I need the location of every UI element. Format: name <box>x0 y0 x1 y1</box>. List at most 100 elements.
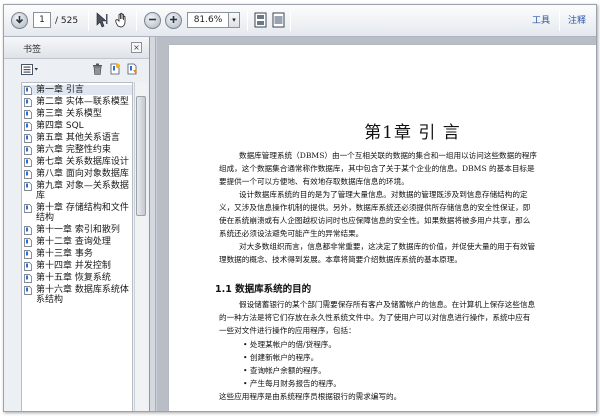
bookmark-label: 第九章 对象—关系数据库 <box>36 181 129 201</box>
paragraph-line: 对大多数组织而言，信息都非常重要，这决定了数据库的价值，并促使大量的用于有效管 <box>239 242 536 251</box>
page-total-label: / 525 <box>55 16 79 26</box>
bookmark-label: 第十二章 查询处理 <box>36 237 111 247</box>
options-menu-button[interactable] <box>20 63 40 78</box>
bookmarks-panel-header: 书签 × <box>4 37 149 59</box>
toolbar-divider <box>559 11 560 31</box>
paragraph-line: 这些应用程序是由系统程序员根据银行的需求编写的。 <box>219 392 402 401</box>
bookmark-item[interactable]: 第一章 引言 <box>22 85 132 95</box>
intro-line: 数据库管理系统（DBMS）由一个互相关联的数据的集合和一组用以访问这些数据的程序 <box>239 151 538 160</box>
bookmark-icon <box>24 262 32 271</box>
paragraph-line: 一些对文件进行操作的应用程序，包括： <box>219 326 356 335</box>
tools-menu-link[interactable]: 工具 <box>532 12 550 30</box>
document-page: 第1章 引 言 数据库管理系统（DBMS）由一个互相关联的数据的集合和一组用以访… <box>169 45 596 411</box>
bookmark-item[interactable]: 第四章 SQL <box>22 121 132 131</box>
bookmark-label: 第十四章 并发控制 <box>36 261 111 271</box>
bookmark-item[interactable]: 第十二章 查询处理 <box>22 237 132 247</box>
plus-icon <box>169 15 178 27</box>
bookmark-item[interactable]: 第十四章 并发控制 <box>22 261 132 271</box>
expand-bookmark-icon <box>126 63 138 78</box>
bullet-item: • 查询帐户余额的程序。 <box>243 366 326 375</box>
bookmark-label: 第四章 SQL <box>36 121 84 131</box>
bookmark-label: 第十一章 索引和散列 <box>36 225 120 235</box>
bookmark-icon <box>24 274 32 283</box>
bookmark-label: 第一章 引言 <box>36 85 84 95</box>
panel-splitter[interactable] <box>150 37 156 411</box>
toolbar-divider <box>247 11 248 31</box>
bookmark-icon <box>24 238 32 247</box>
zoom-level-input[interactable]: 81.6% <box>187 12 229 28</box>
paragraph-line: 义，又涉及信息操作机制的提供。另外，数据库系统还必须提供所存储信息的安全性保证，… <box>219 203 531 212</box>
hand-tool-button[interactable] <box>113 12 129 30</box>
bookmark-item[interactable]: 第六章 完整性约束 <box>22 145 132 155</box>
bookmark-item[interactable]: 第七章 关系数据库设计 <box>22 157 132 167</box>
chevron-down-icon: ▾ <box>232 16 236 24</box>
chapter-title: 第1章 引 言 <box>364 123 461 143</box>
bookmark-label: 第二章 实体—联系模型 <box>36 97 129 107</box>
bookmark-item[interactable]: 第十六章 数据库系统体系结构 <box>22 285 132 305</box>
expand-bookmark-button[interactable] <box>125 63 139 78</box>
bookmark-label: 第十五章 恢复系统 <box>36 273 111 283</box>
bookmark-label: 第十章 存储结构和文件结构 <box>36 203 129 223</box>
bookmark-icon <box>24 110 32 119</box>
bookmark-icon <box>24 204 32 213</box>
bullet-item: • 处理某帐户的借/贷程序。 <box>243 340 336 349</box>
paragraph-line: 使在系统崩溃或有人企图越权访问时也应保障信息的安全性。如果数据将被多用户共享，那… <box>219 216 531 225</box>
options-list-icon <box>21 63 39 78</box>
bookmark-icon <box>24 122 32 131</box>
bookmark-icon <box>24 226 32 235</box>
bookmarks-panel-title: 书签 <box>23 45 42 55</box>
new-bookmark-icon <box>109 63 121 78</box>
bookmark-item[interactable]: 第二章 实体—联系模型 <box>22 97 132 107</box>
bookmark-label: 第八章 面向对象数据库 <box>36 169 129 179</box>
zoom-dropdown-button[interactable]: ▾ <box>229 12 240 28</box>
bookmark-icon <box>24 134 32 143</box>
bookmark-icon <box>24 182 32 191</box>
delete-bookmark-button[interactable] <box>90 63 104 78</box>
bookmark-item[interactable]: 第九章 对象—关系数据库 <box>22 181 132 201</box>
comment-menu-link[interactable]: 注释 <box>568 12 586 30</box>
bookmark-icon <box>24 98 32 107</box>
previous-page-button[interactable] <box>11 12 28 29</box>
paragraph-line: 理数据的概念、技术得到发展。本章将简要介绍数据库系统的基本原理。 <box>219 255 462 264</box>
zoom-in-button[interactable] <box>165 12 182 29</box>
bullet-item: • 产生每月财务报告的程序。 <box>243 379 342 388</box>
bookmark-item[interactable]: 第三章 关系模型 <box>22 109 132 119</box>
fit-page-button[interactable] <box>252 12 268 30</box>
text-cursor-icon <box>95 11 109 31</box>
paragraph-line: 设计数据库系统的目的是为了管理大量信息。对数据的管理既涉及到信息存储结构的定 <box>239 190 528 199</box>
bookmark-icon <box>24 170 32 179</box>
bookmark-icon <box>24 158 32 167</box>
scrollbar-thumb[interactable] <box>136 96 146 216</box>
bookmark-item[interactable]: 第八章 面向对象数据库 <box>22 169 132 179</box>
bookmark-item[interactable]: 第十三章 事务 <box>22 249 132 259</box>
bookmark-item[interactable]: 第十章 存储结构和文件结构 <box>22 203 132 223</box>
fit-width-button[interactable] <box>270 12 286 30</box>
toolbar: 1 / 525 81.6% ▾ 工具 注释 <box>4 5 596 37</box>
intro-line: 组成，这个数据集合通常称作数据库，其中包含了关于某个企业的信息。DBMS 的基本… <box>219 164 535 173</box>
bookmark-icon <box>24 146 32 155</box>
bookmark-label: 第三章 关系模型 <box>36 109 102 119</box>
toolbar-divider <box>136 11 137 31</box>
select-tool-button[interactable] <box>94 11 110 31</box>
section-heading: 1.1 数据库系统的目的 <box>215 284 312 295</box>
panel-close-button[interactable]: × <box>131 42 142 53</box>
bookmark-item[interactable]: 第十一章 索引和散列 <box>22 225 132 235</box>
bookmark-item[interactable]: 第五章 其他关系语言 <box>22 133 132 143</box>
bookmark-icon <box>24 86 32 95</box>
fit-width-icon <box>272 12 285 31</box>
bookmark-list: 第一章 引言第二章 实体—联系模型 第三章 关系模型 第四章 SQL 第五章 其他关系… <box>21 82 133 411</box>
bookmark-icon <box>24 286 32 295</box>
bookmark-label: 第十六章 数据库系统体系结构 <box>36 285 129 305</box>
pdf-reader-window: 1 / 525 81.6% ▾ 工具 注释 书签 × 第一章 引言 第二章 实体… <box>3 4 597 412</box>
new-bookmark-button[interactable] <box>108 63 122 78</box>
page-number-input[interactable]: 1 <box>33 12 51 28</box>
bookmarks-toolbar <box>4 60 149 82</box>
zoom-out-button[interactable] <box>144 12 161 29</box>
bookmark-item[interactable]: 第十五章 恢复系统 <box>22 273 132 283</box>
bookmark-scrollbar[interactable] <box>134 82 147 411</box>
paragraph-line: 的一种方法是将它们存放在永久性系统文件中。为了使用户可以对信息进行操作，系统中应… <box>219 313 531 322</box>
bullet-item: • 创建新帐户的程序。 <box>243 353 319 362</box>
trash-icon <box>92 63 103 78</box>
toolbar-divider <box>290 11 291 31</box>
bookmark-label: 第五章 其他关系语言 <box>36 133 120 143</box>
